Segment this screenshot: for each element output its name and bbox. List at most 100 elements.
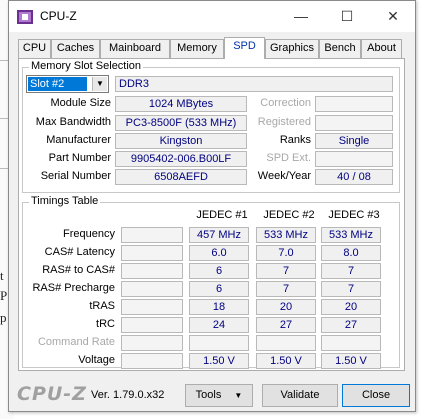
- validate-button[interactable]: Validate: [262, 384, 338, 407]
- timing-cell: 457 MHz: [189, 227, 249, 243]
- timing-cell: 8.0: [321, 245, 381, 261]
- ras-to-cas-label: RAS# to CAS#: [42, 264, 115, 276]
- tras-label: tRAS: [89, 300, 115, 312]
- memory-type-value: DDR3: [115, 76, 393, 92]
- background-divider: [0, 60, 8, 61]
- manufacturer-value: Kingston: [115, 133, 247, 149]
- command-rate-label: Command Rate: [37, 336, 115, 348]
- timing-cell: 20: [321, 299, 381, 315]
- timing-cell: [189, 335, 249, 351]
- registered-value: [315, 115, 393, 131]
- timing-cell: 7.0: [256, 245, 316, 261]
- minimize-button[interactable]: —: [279, 1, 323, 32]
- ranks-label: Ranks: [279, 134, 311, 146]
- tab-graphics[interactable]: Graphics: [265, 39, 319, 58]
- memory-slot-group: Memory Slot Selection Slot #2 ▼ DDR3 Mod…: [22, 60, 400, 193]
- trc-label: tRC: [96, 318, 115, 330]
- correction-value: [315, 96, 393, 112]
- background-divider: [0, 168, 8, 169]
- timing-cell: 6.0: [189, 245, 249, 261]
- close-button[interactable]: Close: [342, 384, 410, 407]
- module-size-label: Module Size: [50, 97, 111, 109]
- timing-cell: 1.50 V: [256, 353, 316, 369]
- tab-spd[interactable]: SPD: [224, 37, 265, 59]
- timing-cell: 6: [189, 263, 249, 279]
- timing-cell: 27: [321, 317, 381, 333]
- timing-cell: [256, 335, 316, 351]
- timing-spare-cell: [121, 245, 183, 261]
- timing-cell: 24: [189, 317, 249, 333]
- week-year-label: Week/Year: [257, 170, 311, 182]
- timing-cell: 1.50 V: [189, 353, 249, 369]
- timing-cell: [321, 335, 381, 351]
- spd-panel: Memory Slot Selection Slot #2 ▼ DDR3 Mod…: [18, 58, 405, 371]
- timing-spare-cell: [121, 299, 183, 315]
- frequency-label: Frequency: [63, 228, 115, 240]
- serial-number-label: Serial Number: [40, 170, 111, 182]
- part-number-label: Part Number: [48, 152, 111, 164]
- timing-cell: 27: [256, 317, 316, 333]
- tab-cpu[interactable]: CPU: [18, 39, 51, 58]
- chevron-down-icon: ▼: [234, 391, 243, 400]
- timings-group-title: Timings Table: [29, 195, 101, 207]
- background-divider: [0, 118, 8, 119]
- part-number-value: 9905402-006.B00LF: [115, 151, 247, 167]
- tab-about[interactable]: About: [361, 39, 402, 58]
- max-bandwidth-label: Max Bandwidth: [35, 116, 111, 128]
- timing-spare-cell: [121, 335, 183, 351]
- tab-bench[interactable]: Bench: [319, 39, 361, 58]
- timing-cell: 1.50 V: [321, 353, 381, 369]
- timings-group: Timings Table JEDEC #1 JEDEC #2 JEDEC #3…: [22, 195, 400, 369]
- column-header-jedec-1: JEDEC #1: [196, 209, 248, 221]
- background-text-fragment: P: [0, 288, 8, 303]
- ras-precharge-label: RAS# Precharge: [32, 282, 115, 294]
- cpu-z-logo: CPU-Z: [17, 383, 87, 405]
- cpu-z-app-icon: [17, 10, 33, 24]
- timing-cell: 533 MHz: [256, 227, 316, 243]
- version-label: Ver. 1.79.0.x32: [91, 389, 165, 401]
- slot-select[interactable]: Slot #2 ▼: [26, 75, 109, 93]
- registered-label: Registered: [257, 116, 311, 128]
- timing-cell: 7: [256, 281, 316, 297]
- background-text-fragment: t: [0, 268, 4, 283]
- slot-select-value: Slot #2: [28, 77, 87, 91]
- timing-cell: 18: [189, 299, 249, 315]
- column-header-jedec-3: JEDEC #3: [328, 209, 380, 221]
- tools-button[interactable]: Tools ▼: [185, 384, 253, 407]
- timing-cell: 7: [321, 263, 381, 279]
- voltage-label: Voltage: [78, 354, 115, 366]
- manufacturer-label: Manufacturer: [46, 134, 111, 146]
- timing-cell: 6: [189, 281, 249, 297]
- timing-spare-cell: [121, 353, 183, 369]
- serial-number-value: 6508AEFD: [115, 169, 247, 185]
- spd-ext-value: [315, 151, 393, 167]
- background-text-fragment: p: [0, 310, 7, 325]
- timing-cell: 533 MHz: [321, 227, 381, 243]
- close-window-button[interactable]: ✕: [371, 1, 415, 32]
- spd-ext-label: SPD Ext.: [266, 152, 311, 164]
- max-bandwidth-value: PC3-8500F (533 MHz): [115, 115, 247, 131]
- tab-memory[interactable]: Memory: [170, 39, 224, 58]
- memory-slot-group-title: Memory Slot Selection: [29, 60, 144, 72]
- module-size-value: 1024 MBytes: [115, 96, 247, 112]
- column-header-jedec-2: JEDEC #2: [263, 209, 315, 221]
- week-year-value: 40 / 08: [315, 169, 393, 185]
- timing-spare-cell: [121, 227, 183, 243]
- timing-cell: 7: [256, 263, 316, 279]
- timing-spare-cell: [121, 263, 183, 279]
- timing-cell: 20: [256, 299, 316, 315]
- timing-spare-cell: [121, 281, 183, 297]
- timing-cell: 7: [321, 281, 381, 297]
- cpu-z-window: CPU-Z — ☐ ✕ CPU Caches Mainboard Memory …: [8, 0, 416, 412]
- tab-mainboard[interactable]: Mainboard: [100, 39, 170, 58]
- tools-button-label: Tools: [195, 389, 222, 401]
- cas-latency-label: CAS# Latency: [44, 246, 115, 258]
- tab-caches[interactable]: Caches: [51, 39, 100, 58]
- timing-spare-cell: [121, 317, 183, 333]
- window-title: CPU-Z: [40, 9, 77, 23]
- ranks-value: Single: [315, 133, 393, 149]
- title-bar[interactable]: CPU-Z — ☐ ✕: [9, 1, 415, 32]
- chevron-down-icon[interactable]: ▼: [92, 77, 107, 91]
- correction-label: Correction: [260, 97, 311, 109]
- maximize-button[interactable]: ☐: [325, 1, 369, 32]
